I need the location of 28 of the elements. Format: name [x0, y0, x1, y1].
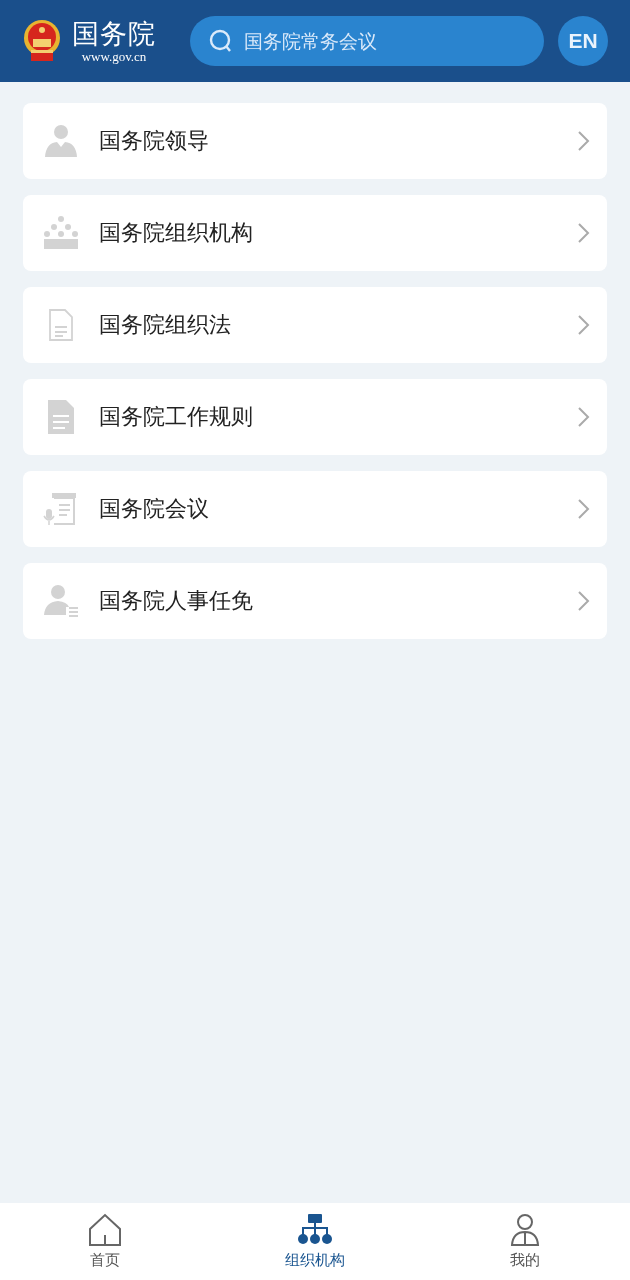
- emblem-icon: [22, 19, 62, 63]
- menu-item[interactable]: 国务院组织法: [23, 287, 607, 363]
- site-url: www.gov.cn: [81, 48, 147, 64]
- chevron-right-icon: [577, 314, 591, 336]
- nav-tab[interactable]: 首页: [0, 1203, 210, 1280]
- microphone-document-icon: [43, 491, 79, 527]
- person-icon: [43, 123, 79, 159]
- menu-item[interactable]: 国务院工作规则: [23, 379, 607, 455]
- search-icon: [209, 29, 233, 53]
- search-field[interactable]: 国务院常务会议: [190, 16, 544, 66]
- nav-tab[interactable]: 组织机构: [210, 1203, 420, 1280]
- chevron-right-icon: [577, 498, 591, 520]
- person-list-icon: [43, 583, 79, 619]
- nav-tab[interactable]: 我的: [420, 1203, 630, 1280]
- hierarchy-icon: [298, 1213, 332, 1247]
- chevron-right-icon: [577, 130, 591, 152]
- group-icon: [43, 215, 79, 251]
- chevron-right-icon: [577, 222, 591, 244]
- site-title: 国务院: [72, 18, 156, 49]
- menu-item[interactable]: 国务院人事任免: [23, 563, 607, 639]
- language-button[interactable]: EN: [558, 16, 608, 66]
- menu-item[interactable]: 国务院领导: [23, 103, 607, 179]
- home-icon: [88, 1213, 122, 1247]
- user-icon: [508, 1213, 542, 1247]
- menu-item[interactable]: 国务院会议: [23, 471, 607, 547]
- chevron-right-icon: [577, 590, 591, 612]
- chevron-right-icon: [577, 406, 591, 428]
- menu-item[interactable]: 国务院组织机构: [23, 195, 607, 271]
